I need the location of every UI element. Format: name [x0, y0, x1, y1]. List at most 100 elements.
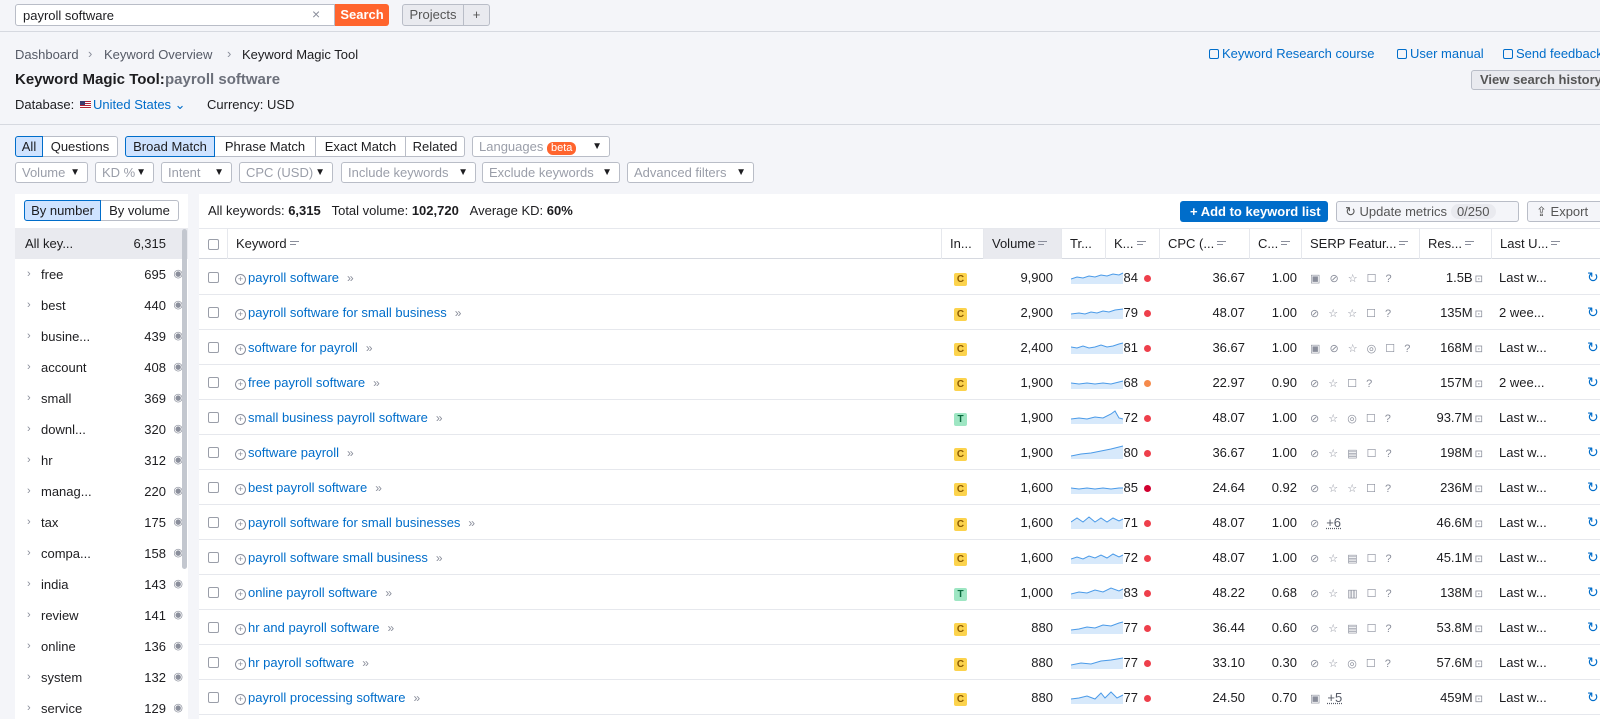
keyword-group-item[interactable]: › downl... 320 ◉: [15, 414, 188, 445]
add-keyword-icon[interactable]: +: [235, 484, 246, 495]
eye-icon[interactable]: ◉: [173, 662, 183, 693]
refresh-icon[interactable]: ↻: [1587, 505, 1599, 540]
row-checkbox[interactable]: [208, 482, 219, 493]
column-trend[interactable]: Tr...: [1061, 229, 1105, 259]
keyword-group-item[interactable]: › small 369 ◉: [15, 383, 188, 414]
keyword-group-item[interactable]: › online 136 ◉: [15, 631, 188, 662]
add-keyword-icon[interactable]: +: [235, 519, 246, 530]
chevron-right-icon[interactable]: ›: [27, 662, 31, 693]
groups-scrollbar[interactable]: [182, 229, 187, 569]
refresh-icon[interactable]: ↻: [1587, 575, 1599, 610]
chevron-right-icon[interactable]: ›: [27, 693, 31, 719]
languages-dropdown[interactable]: Languages beta ▼: [472, 136, 610, 157]
keyword-link[interactable]: payroll software small business: [248, 550, 428, 565]
serp-preview-icon[interactable]: ⊡: [1475, 589, 1483, 600]
double-chevron-right-icon[interactable]: »: [436, 411, 443, 425]
keyword-link[interactable]: payroll software for small businesses: [248, 515, 460, 530]
include-keywords-filter[interactable]: Include keywords ▼: [341, 162, 476, 183]
keyword-group-item[interactable]: › busine... 439 ◉: [15, 321, 188, 352]
double-chevron-right-icon[interactable]: »: [347, 271, 354, 285]
tab-phrase-match[interactable]: Phrase Match: [215, 136, 316, 157]
chevron-right-icon[interactable]: ›: [27, 507, 31, 538]
double-chevron-right-icon[interactable]: »: [375, 481, 382, 495]
chevron-right-icon[interactable]: ›: [27, 631, 31, 662]
add-keyword-icon[interactable]: +: [235, 589, 246, 600]
chevron-right-icon[interactable]: ›: [27, 290, 31, 321]
column-serp-features[interactable]: SERP Featur...: [1301, 229, 1419, 259]
serp-preview-icon[interactable]: ⊡: [1475, 659, 1483, 670]
keyword-link[interactable]: small business payroll software: [248, 410, 428, 425]
row-checkbox[interactable]: [208, 517, 219, 528]
double-chevron-right-icon[interactable]: »: [414, 691, 421, 705]
serp-preview-icon[interactable]: ⊡: [1475, 449, 1483, 460]
row-checkbox[interactable]: [208, 447, 219, 458]
add-to-keyword-list-button[interactable]: + Add to keyword list: [1180, 201, 1328, 222]
add-keyword-icon[interactable]: +: [235, 659, 246, 670]
tab-exact-match[interactable]: Exact Match: [316, 136, 406, 157]
double-chevron-right-icon[interactable]: »: [362, 656, 369, 670]
serp-preview-icon[interactable]: ⊡: [1475, 624, 1483, 635]
database-select[interactable]: United States ⌄: [80, 97, 186, 113]
keyword-group-item[interactable]: › tax 175 ◉: [15, 507, 188, 538]
eye-icon[interactable]: ◉: [173, 569, 183, 600]
refresh-icon[interactable]: ↻: [1587, 680, 1599, 715]
user-manual-link[interactable]: User manual: [1397, 46, 1484, 61]
double-chevron-right-icon[interactable]: »: [388, 621, 395, 635]
row-checkbox[interactable]: [208, 342, 219, 353]
row-checkbox[interactable]: [208, 587, 219, 598]
intent-filter[interactable]: Intent ▼: [161, 162, 232, 183]
column-kd[interactable]: K...: [1105, 229, 1159, 259]
keyword-group-item[interactable]: › hr 312 ◉: [15, 445, 188, 476]
tab-broad-match[interactable]: Broad Match: [125, 136, 215, 157]
row-checkbox[interactable]: [208, 272, 219, 283]
chevron-right-icon[interactable]: ›: [27, 538, 31, 569]
add-keyword-icon[interactable]: +: [235, 414, 246, 425]
exclude-keywords-filter[interactable]: Exclude keywords ▼: [482, 162, 620, 183]
add-project-button[interactable]: +: [464, 4, 490, 26]
double-chevron-right-icon[interactable]: »: [366, 341, 373, 355]
keyword-link[interactable]: online payroll software: [248, 585, 377, 600]
add-keyword-icon[interactable]: +: [235, 694, 246, 705]
keyword-group-item[interactable]: › account 408 ◉: [15, 352, 188, 383]
add-keyword-icon[interactable]: +: [235, 274, 246, 285]
column-keyword[interactable]: Keyword: [227, 229, 941, 259]
eye-icon[interactable]: ◉: [173, 600, 183, 631]
refresh-icon[interactable]: ↻: [1587, 330, 1599, 365]
volume-filter[interactable]: Volume ▼: [15, 162, 88, 183]
add-keyword-icon[interactable]: +: [235, 309, 246, 320]
keyword-link[interactable]: software payroll: [248, 445, 339, 460]
column-cpc[interactable]: CPC (...: [1159, 229, 1249, 259]
keyword-group-item[interactable]: › compa... 158 ◉: [15, 538, 188, 569]
add-keyword-icon[interactable]: +: [235, 449, 246, 460]
tab-all[interactable]: All: [15, 136, 43, 157]
serp-preview-icon[interactable]: ⊡: [1475, 344, 1483, 355]
eye-icon[interactable]: ◉: [173, 693, 183, 719]
row-checkbox[interactable]: [208, 377, 219, 388]
chevron-right-icon[interactable]: ›: [27, 569, 31, 600]
row-checkbox[interactable]: [208, 622, 219, 633]
add-keyword-icon[interactable]: +: [235, 554, 246, 565]
advanced-filters[interactable]: Advanced filters ▼: [627, 162, 754, 183]
serp-more-link[interactable]: +5: [1327, 690, 1342, 705]
keyword-link[interactable]: software for payroll: [248, 340, 358, 355]
row-checkbox[interactable]: [208, 307, 219, 318]
clear-icon[interactable]: ×: [312, 6, 320, 22]
column-competition[interactable]: C...: [1249, 229, 1301, 259]
keyword-group-item[interactable]: › free 695 ◉: [15, 259, 188, 290]
keyword-group-item[interactable]: › review 141 ◉: [15, 600, 188, 631]
keyword-group-item[interactable]: › india 143 ◉: [15, 569, 188, 600]
keyword-group-item[interactable]: › system 132 ◉: [15, 662, 188, 693]
double-chevron-right-icon[interactable]: »: [468, 516, 475, 530]
chevron-right-icon[interactable]: ›: [27, 321, 31, 352]
keyword-link[interactable]: hr payroll software: [248, 655, 354, 670]
keyword-link[interactable]: best payroll software: [248, 480, 367, 495]
refresh-icon[interactable]: ↻: [1587, 295, 1599, 330]
refresh-icon[interactable]: ↻: [1587, 435, 1599, 470]
serp-preview-icon[interactable]: ⊡: [1475, 519, 1483, 530]
chevron-right-icon[interactable]: ›: [27, 445, 31, 476]
refresh-icon[interactable]: ↻: [1587, 645, 1599, 680]
column-last-updated[interactable]: Last U...: [1491, 229, 1600, 259]
update-metrics-button[interactable]: ↻ Update metrics 0/250: [1336, 201, 1519, 222]
refresh-icon[interactable]: ↻: [1587, 610, 1599, 645]
toggle-by-number[interactable]: By number: [24, 200, 101, 221]
